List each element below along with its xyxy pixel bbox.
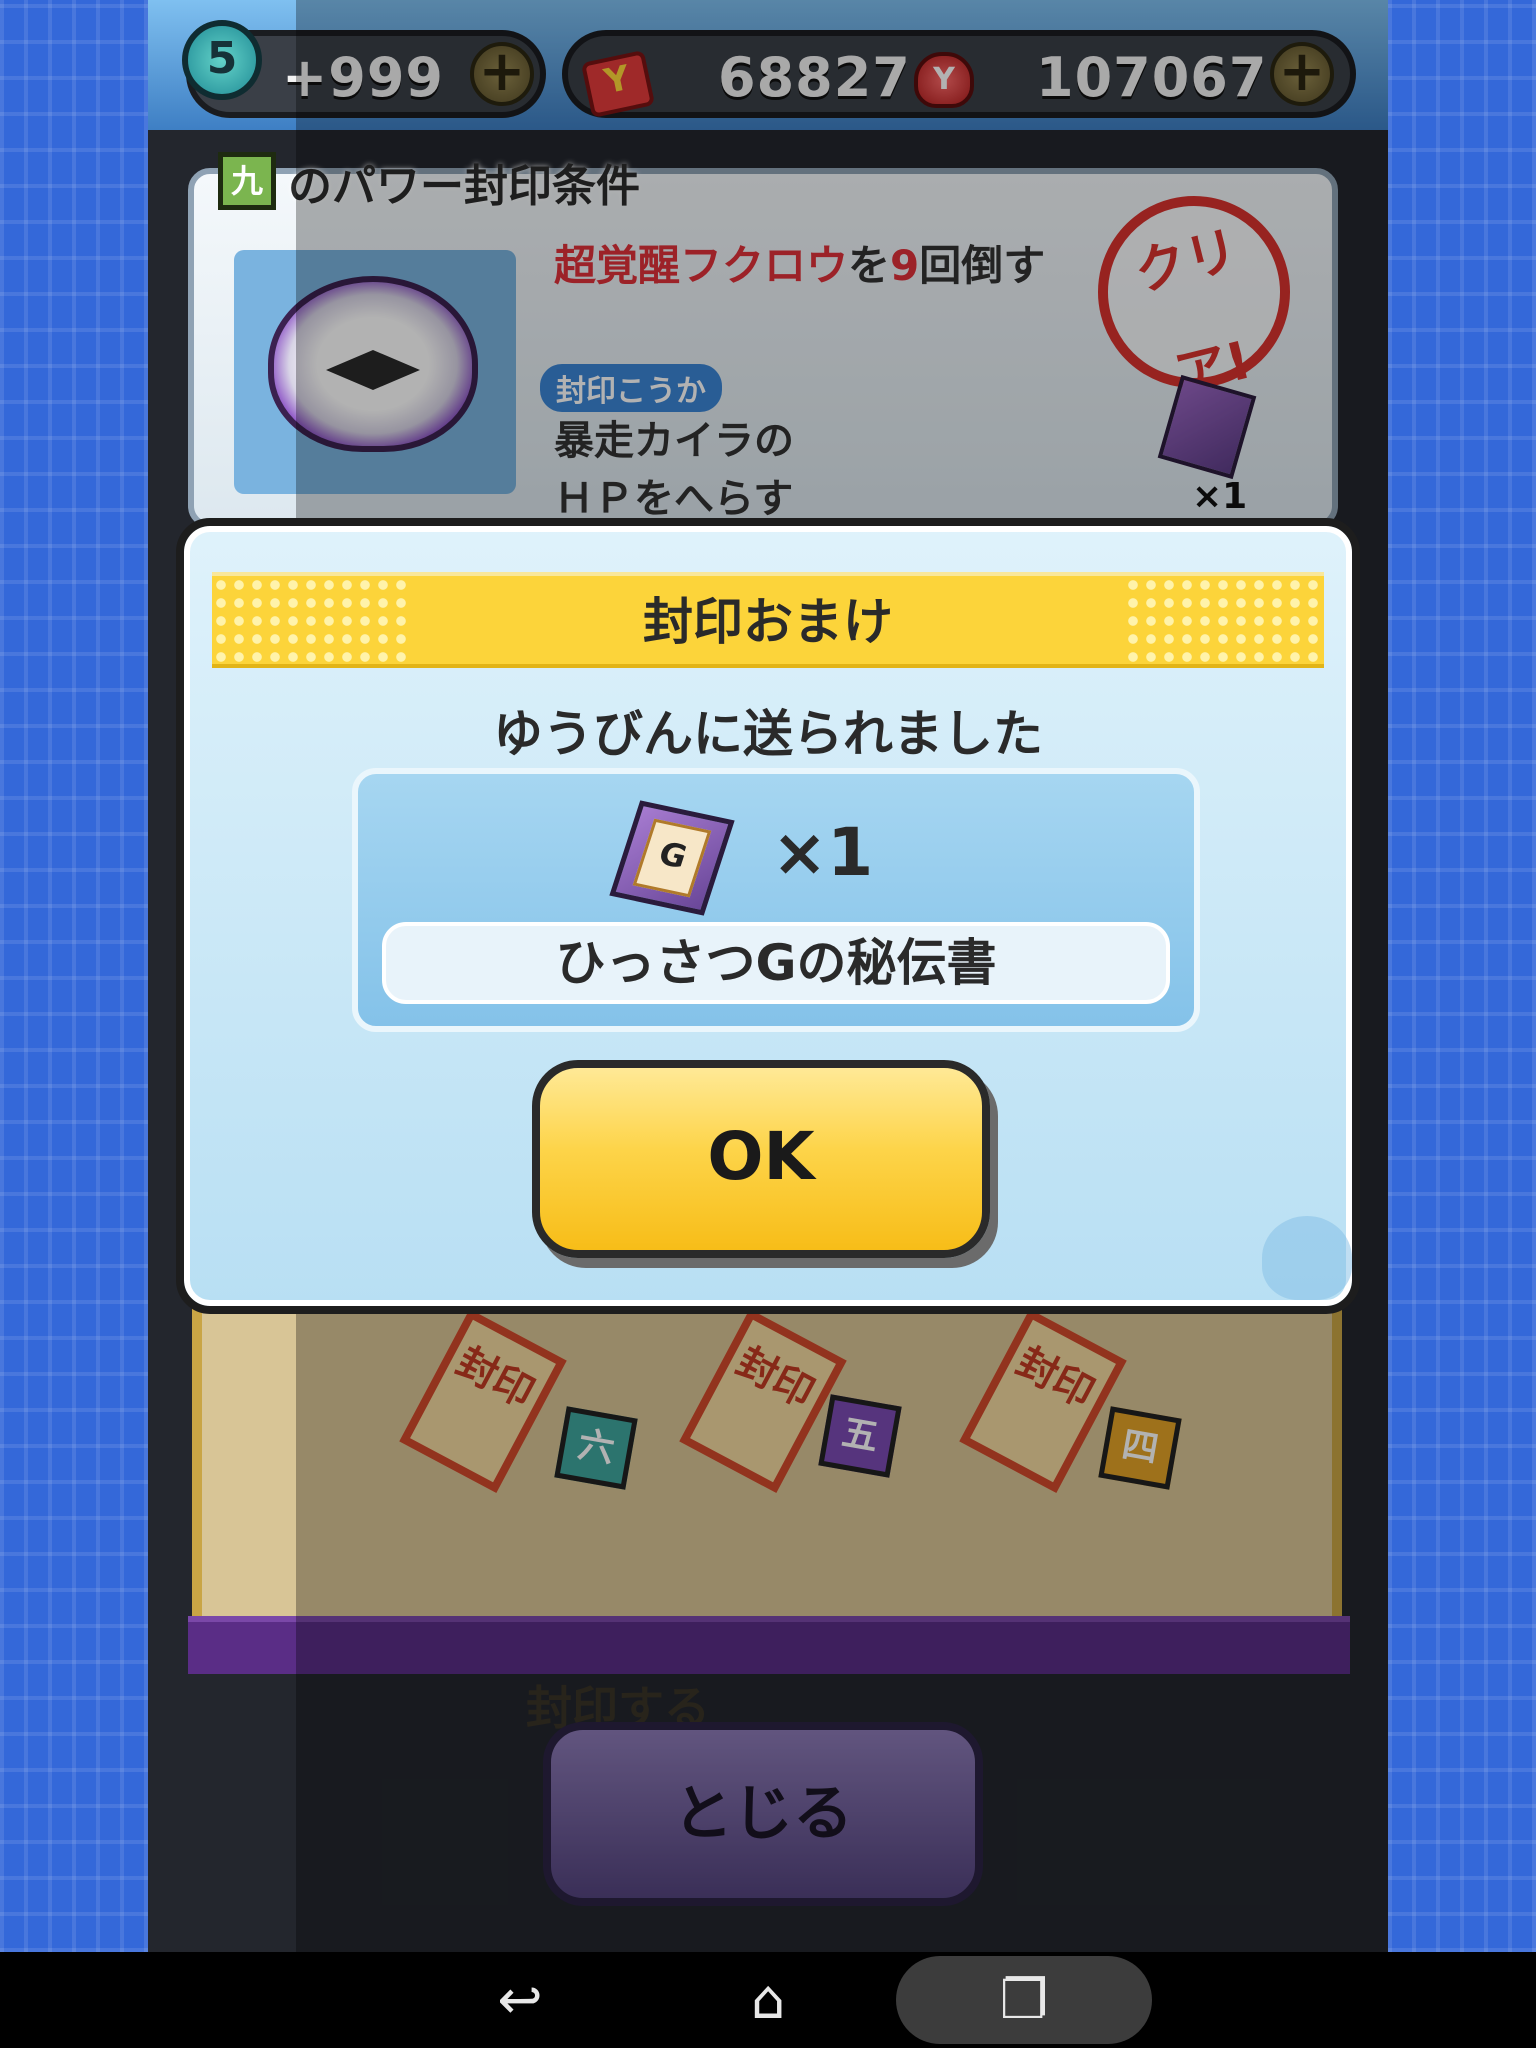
book-letter: G	[632, 818, 712, 898]
left-pattern-panel	[0, 0, 148, 1952]
dialog-title: 封印おまけ	[643, 593, 893, 651]
back-icon[interactable]: ↩	[470, 1952, 570, 2048]
system-nav-bar: ↩ ⌂ ❐	[0, 1952, 1536, 2048]
watermark-ghost-icon	[1262, 1216, 1352, 1300]
right-pattern-panel	[1388, 0, 1536, 1952]
recents-icon[interactable]: ❐	[974, 1952, 1074, 2048]
dialog-header: 封印おまけ	[212, 572, 1324, 668]
item-quantity: ×1	[772, 814, 874, 891]
stamina-level-badge: 5	[182, 20, 262, 100]
home-icon[interactable]: ⌂	[718, 1952, 818, 2048]
reward-item-panel: G ×1 ひっさつGの秘伝書	[352, 768, 1200, 1032]
seal-number-badge: 九	[218, 152, 276, 210]
secret-book-icon: G	[609, 800, 735, 916]
dialog-message: ゆうびんに送られました	[493, 705, 1043, 763]
bonus-dialog: 封印おまけ ゆうびんに送られました G ×1 ひっさつGの秘伝書 OK	[176, 518, 1360, 1314]
ok-button[interactable]: OK	[532, 1060, 990, 1258]
item-name: ひっさつGの秘伝書	[382, 922, 1170, 1004]
